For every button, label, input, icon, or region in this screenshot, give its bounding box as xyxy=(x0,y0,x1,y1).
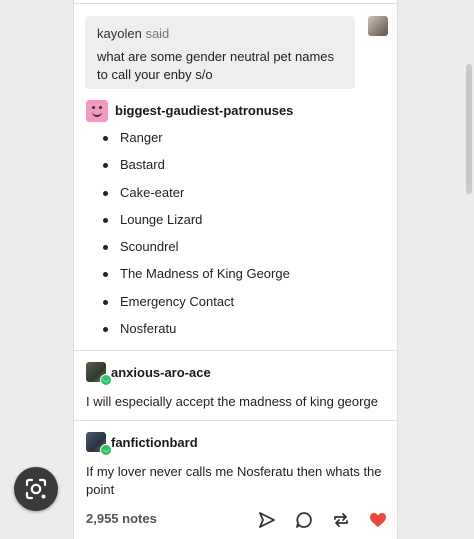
reblog-icon[interactable] xyxy=(332,511,350,529)
asker-username[interactable]: kayolen xyxy=(97,26,142,41)
list-item: Scoundrel xyxy=(100,237,290,264)
ask-question: what are some gender neutral pet names t… xyxy=(97,49,335,82)
card-top-divider xyxy=(74,3,397,4)
ask-box: kayolen said what are some gender neutra… xyxy=(85,16,355,89)
reblog-divider xyxy=(74,420,397,421)
ask-header: kayolen said xyxy=(97,26,169,41)
share-icon[interactable] xyxy=(258,511,276,529)
blog-avatar[interactable] xyxy=(86,100,108,122)
avatar-eye xyxy=(99,106,102,109)
list-item: Nosferatu xyxy=(100,319,290,346)
reblog-comment: I will especially accept the madness of … xyxy=(86,394,378,409)
like-heart-icon[interactable] xyxy=(369,511,387,529)
asker-avatar[interactable] xyxy=(368,16,388,36)
post-card: kayolen said what are some gender neutra… xyxy=(73,0,398,539)
list-item: Bastard xyxy=(100,155,290,182)
avatar-eye xyxy=(92,106,95,109)
reblog-username[interactable]: biggest-gaudiest-patronuses xyxy=(115,103,293,118)
list-item: Lounge Lizard xyxy=(100,210,290,237)
avatar-mouth xyxy=(92,111,102,117)
blog-avatar[interactable]: ◡ xyxy=(86,362,112,386)
reply-icon[interactable] xyxy=(295,511,313,529)
visual-search-lens-button[interactable] xyxy=(14,467,58,511)
reblog-username[interactable]: fanfictionbard xyxy=(111,435,198,450)
reblog-comment: If my lover never calls me Nosferatu the… xyxy=(86,464,382,497)
reblog-username[interactable]: anxious-aro-ace xyxy=(111,365,211,380)
list-item: The Madness of King George xyxy=(100,264,290,291)
reblog-divider xyxy=(74,350,397,351)
scrollbar-thumb[interactable] xyxy=(466,64,472,194)
list-item: Cake-eater xyxy=(100,183,290,210)
notes-count[interactable]: 2,955 notes xyxy=(86,511,157,526)
list-item: Ranger xyxy=(100,128,290,155)
blog-avatar[interactable]: ◡ xyxy=(86,432,112,456)
visual-search-lens-icon xyxy=(25,478,47,500)
list-item: Emergency Contact xyxy=(100,292,290,319)
pet-names-list: Ranger Bastard Cake-eater Lounge Lizard … xyxy=(100,128,290,346)
said-label: said xyxy=(145,26,170,41)
